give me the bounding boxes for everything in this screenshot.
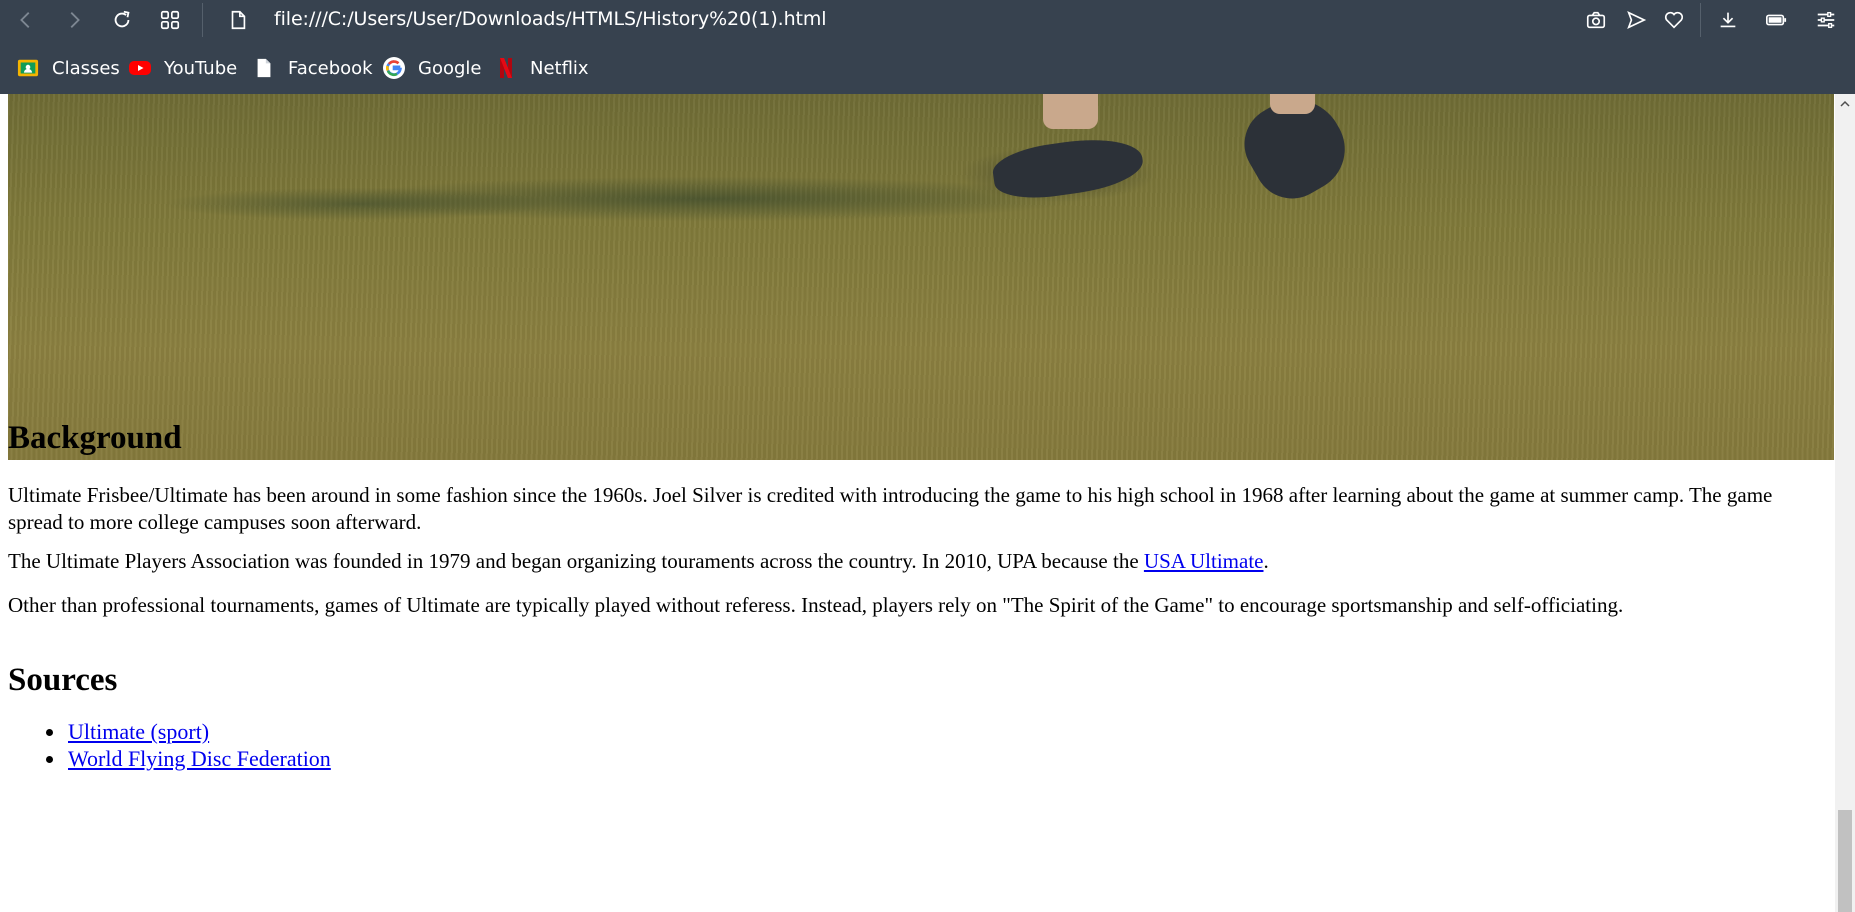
back-icon[interactable] (12, 6, 40, 34)
easy-setup-icon[interactable] (1812, 6, 1840, 34)
heart-icon[interactable] (1660, 6, 1688, 34)
netflix-icon (494, 56, 518, 80)
page-viewport: Background Ultimate Frisbee/Ultimate has… (0, 94, 1835, 912)
file-icon (252, 56, 276, 80)
google-icon (382, 56, 406, 80)
paragraph-upa: The Ultimate Players Association was fou… (8, 548, 1798, 575)
tabs-grid-icon[interactable] (156, 6, 184, 34)
toolbar-divider (202, 3, 203, 37)
bookmark-label: Netflix (530, 57, 589, 79)
usa-ultimate-link[interactable]: USA Ultimate (1144, 549, 1264, 573)
cleat-left-image (990, 131, 1146, 205)
youtube-icon (128, 56, 152, 80)
address-bar-row: file:///C:/Users/User/Downloads/HTMLS/Hi… (0, 0, 1855, 40)
classroom-icon (16, 56, 40, 80)
ultimate-hero-image (8, 94, 1834, 460)
bookmark-youtube[interactable]: YouTube (128, 55, 237, 81)
file-page-icon[interactable] (224, 6, 252, 34)
source-link[interactable]: World Flying Disc Federation (68, 746, 331, 771)
bookmark-label: Classes (52, 57, 120, 79)
bookmark-netflix[interactable]: Netflix (494, 55, 589, 81)
camera-icon[interactable] (1582, 6, 1610, 34)
send-icon[interactable] (1622, 6, 1650, 34)
paragraph-spirit: Other than professional tournaments, gam… (8, 593, 1624, 617)
list-item: World Flying Disc Federation (8, 745, 331, 772)
bookmarks-bar: Classes YouTube Facebook Google Netflix (0, 48, 1855, 88)
paragraph-history: Ultimate Frisbee/Ultimate has been aroun… (8, 483, 1773, 534)
sources-list: Ultimate (sport) World Flying Disc Feder… (8, 718, 331, 772)
bookmark-label: Google (418, 57, 482, 79)
background-heading: Background (8, 420, 182, 456)
battery-icon[interactable] (1762, 6, 1790, 34)
scrollbar-thumb[interactable] (1838, 810, 1852, 912)
vertical-scrollbar[interactable] (1835, 94, 1855, 912)
bookmark-facebook[interactable]: Facebook (252, 55, 373, 81)
leg-right-image (1270, 94, 1315, 114)
bookmark-google[interactable]: Google (382, 55, 481, 81)
paragraph-text: The Ultimate Players Association was fou… (8, 549, 1144, 573)
sources-heading: Sources (8, 662, 118, 698)
url-field[interactable]: file:///C:/Users/User/Downloads/HTMLS/Hi… (274, 8, 827, 30)
source-link[interactable]: Ultimate (sport) (68, 719, 209, 744)
toolbar-divider (1700, 3, 1701, 37)
reload-icon[interactable] (108, 6, 136, 34)
browser-chrome: file:///C:/Users/User/Downloads/HTMLS/Hi… (0, 0, 1855, 94)
bookmark-label: YouTube (164, 57, 238, 79)
scroll-up-icon[interactable] (1835, 94, 1855, 114)
paragraph-text: . (1263, 549, 1269, 573)
bookmark-classes[interactable]: Classes (16, 55, 120, 81)
list-item: Ultimate (sport) (8, 718, 331, 745)
bookmark-label: Facebook (288, 57, 373, 79)
leg-left-image (1043, 94, 1098, 129)
download-icon[interactable] (1714, 6, 1742, 34)
forward-icon[interactable] (60, 6, 88, 34)
